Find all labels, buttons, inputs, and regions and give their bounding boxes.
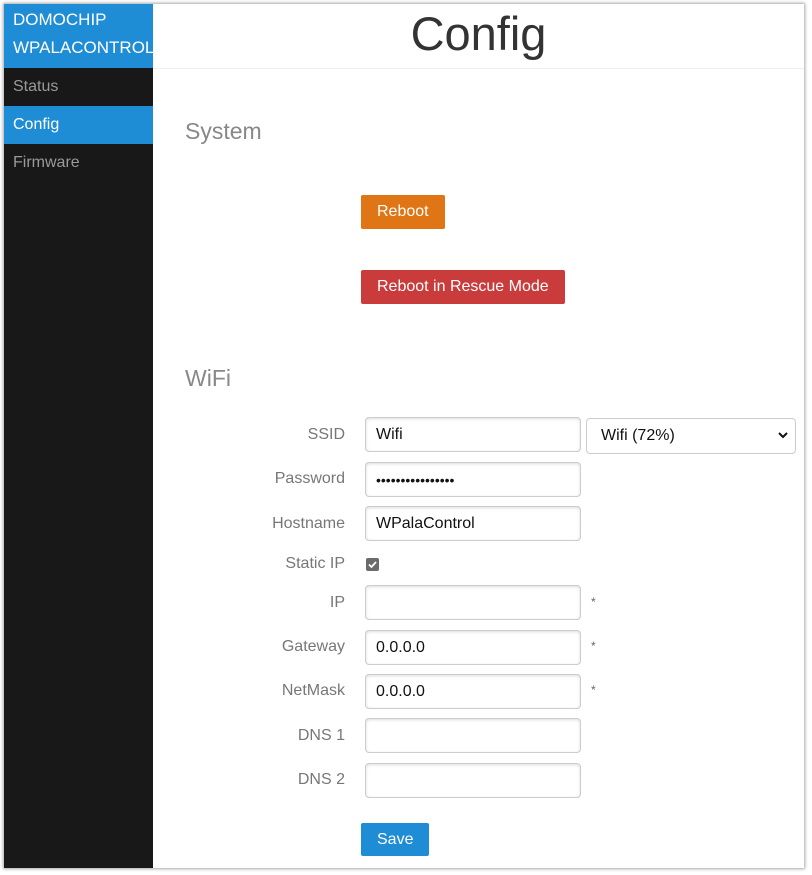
brand-line-2: WPALACONTROL (13, 38, 153, 57)
brand-line-1: DOMOCHIP (13, 10, 107, 29)
ssid-input[interactable] (365, 417, 581, 452)
app-window: DOMOCHIP WPALACONTROL Status Config Firm… (4, 4, 804, 868)
hostname-input[interactable] (365, 506, 581, 541)
ssid-label: SSID (307, 426, 345, 443)
ip-required-mark: * (591, 595, 596, 609)
sidebar-item-status[interactable]: Status (4, 68, 153, 106)
ip-input[interactable] (365, 585, 581, 620)
ip-label: IP (329, 594, 345, 611)
page-header: Config (153, 4, 804, 69)
save-button[interactable]: Save (361, 823, 430, 856)
sidebar: DOMOCHIP WPALACONTROL Status Config Firm… (4, 4, 153, 868)
reboot-button[interactable]: Reboot (361, 195, 445, 229)
checkmark-icon (368, 561, 377, 569)
gateway-input[interactable] (365, 630, 581, 665)
password-input[interactable] (365, 462, 581, 497)
page-title: Config (410, 7, 547, 60)
sidebar-item-firmware[interactable]: Firmware (4, 144, 153, 182)
reboot-rescue-button[interactable]: Reboot in Rescue Mode (361, 270, 565, 304)
hostname-label: Hostname (272, 515, 345, 532)
dns2-label: DNS 2 (297, 771, 345, 788)
wifi-section-title: WiFi (185, 365, 231, 391)
dns1-input[interactable] (365, 718, 581, 753)
network-select-value: Wifi (72%) (601, 427, 675, 444)
netmask-label: NetMask (281, 682, 345, 699)
gateway-required-mark: * (591, 639, 596, 653)
netmask-input[interactable] (365, 674, 581, 709)
sidebar-item-config[interactable]: Config (4, 106, 153, 144)
dns1-label: DNS 1 (297, 727, 345, 744)
gateway-label: Gateway (281, 638, 345, 655)
brand[interactable]: DOMOCHIP WPALACONTROL (4, 4, 153, 68)
chevron-down-icon (778, 432, 788, 439)
password-label: Password (274, 470, 345, 487)
netmask-required-mark: * (591, 683, 596, 697)
system-section-title: System (185, 118, 262, 144)
static-ip-label: Static IP (285, 555, 345, 572)
static-ip-checkbox[interactable] (366, 558, 379, 571)
network-select[interactable]: Wifi (72%) (586, 418, 796, 454)
dns2-input[interactable] (365, 763, 581, 798)
